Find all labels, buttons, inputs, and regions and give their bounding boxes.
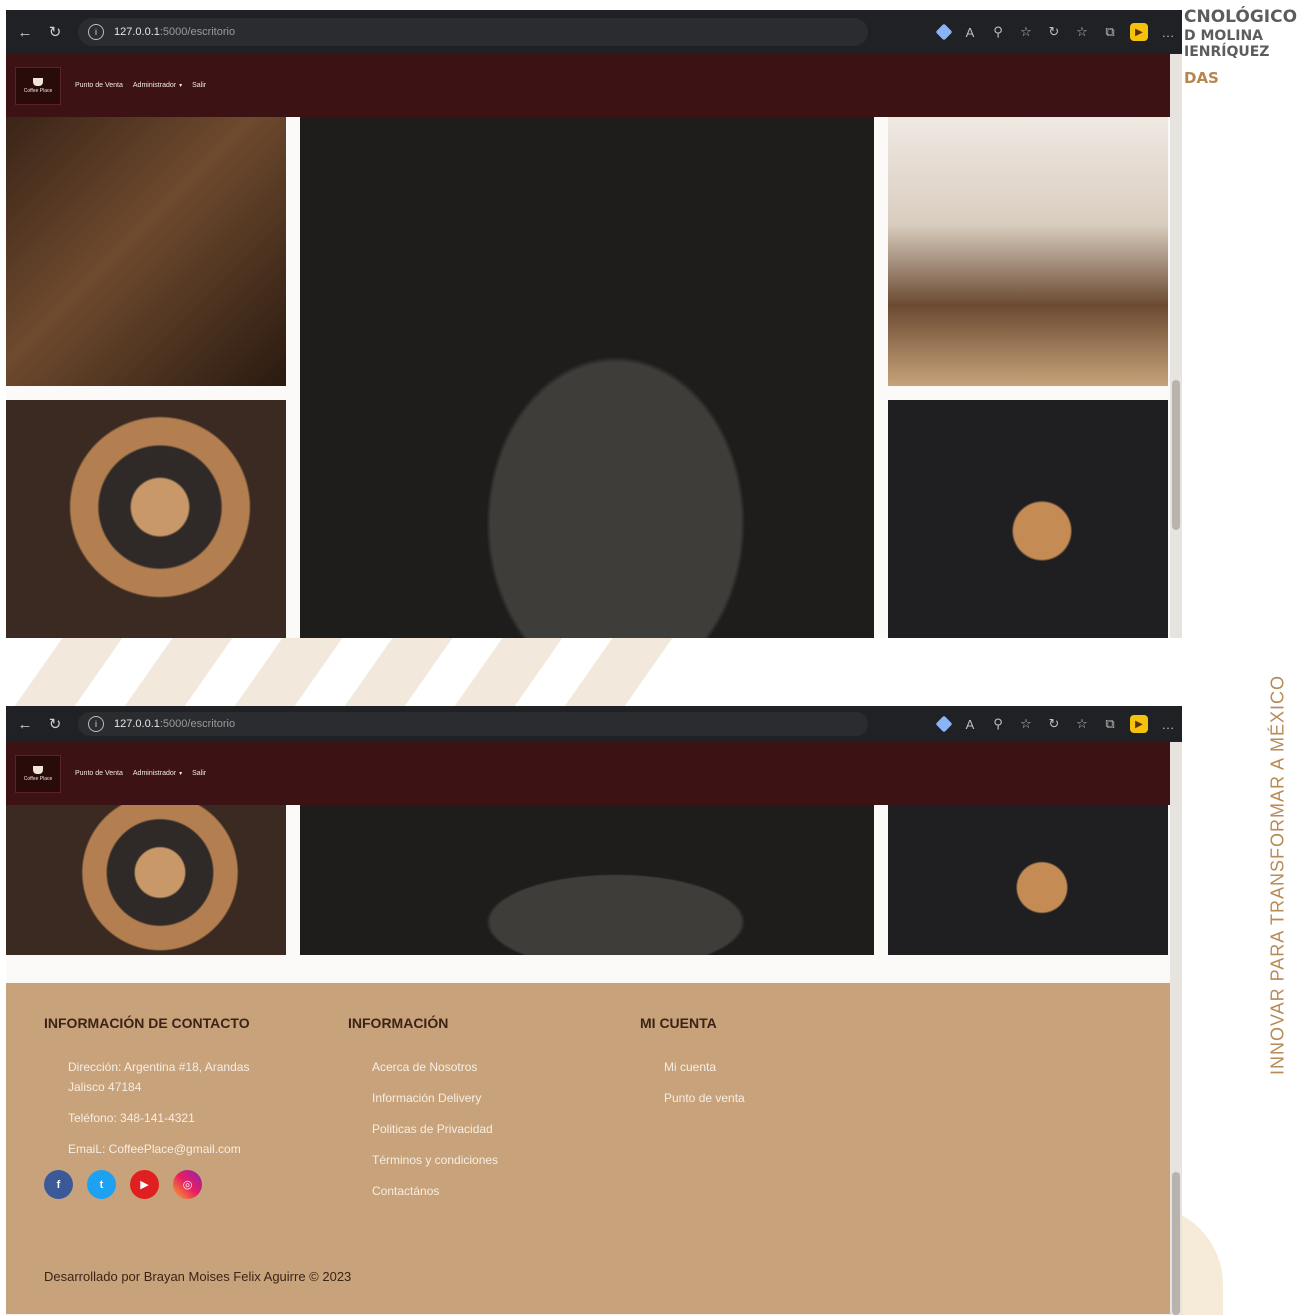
- read-aloud-icon[interactable]: A: [962, 716, 978, 732]
- refresh-sync-icon[interactable]: ↻: [1046, 24, 1062, 40]
- site-navbar: Coffee Place Punto de Venta Administrado…: [6, 742, 1182, 805]
- footer-address: Dirección: Argentina #18, Arandas Jalisc…: [68, 1060, 250, 1094]
- scrollbar-thumb[interactable]: [1172, 380, 1180, 530]
- browser-window-bottom: ← ↻ i 127.0.0.1 :5000/escritorio A ⚲ ☆ ↻…: [6, 706, 1182, 1315]
- coffee-gallery: [6, 117, 1182, 638]
- photo-latte-art: [888, 805, 1168, 955]
- browser-window-top: ← ↻ i 127.0.0.1 :5000/escritorio A ⚲ ☆ ↻…: [6, 10, 1182, 638]
- coffee-place-logo[interactable]: Coffee Place: [15, 754, 61, 793]
- zoom-icon[interactable]: ⚲: [990, 716, 1006, 732]
- more-menu-icon[interactable]: …: [1160, 716, 1176, 732]
- nav-link-salir[interactable]: Salir: [192, 770, 206, 777]
- nav-link-punto-de-venta[interactable]: Punto de Venta: [75, 770, 123, 777]
- vertical-slogan: INNOVAR PARA TRANSFORMAR A MÉXICO: [1267, 674, 1288, 1076]
- collections-icon[interactable]: ⧉: [1102, 24, 1118, 40]
- photo-latte-art: [888, 400, 1168, 638]
- footer-link-about[interactable]: Acerca de Nosotros: [372, 1057, 608, 1077]
- favorites-list-icon[interactable]: ☆: [1074, 716, 1090, 732]
- nav-dropdown-administrador[interactable]: Administrador ▾: [133, 82, 182, 89]
- twitter-icon[interactable]: t: [87, 1170, 116, 1199]
- url-host: 127.0.0.1: [114, 26, 160, 38]
- social-links: f t ▶ ◎: [44, 1170, 314, 1199]
- footer-link-contact[interactable]: Contactános: [372, 1181, 608, 1201]
- scrollbar[interactable]: [1170, 54, 1182, 638]
- caret-down-icon: ▾: [179, 771, 183, 777]
- site-navbar: Coffee Place Punto de Venta Administrado…: [6, 54, 1182, 117]
- refresh-sync-icon[interactable]: ↻: [1046, 716, 1062, 732]
- youtube-icon[interactable]: ▶: [130, 1170, 159, 1199]
- footer-copyright: Desarrollado por Brayan Moises Felix Agu…: [44, 1269, 352, 1284]
- browser-toolbar: ← ↻ i 127.0.0.1 :5000/escritorio A ⚲ ☆ ↻…: [6, 10, 1182, 54]
- footer-link-terms[interactable]: Términos y condiciones: [372, 1150, 608, 1170]
- more-menu-icon[interactable]: …: [1160, 24, 1176, 40]
- footer-contact-title: INFORMACIÓN DE CONTACTO: [44, 1015, 250, 1031]
- collections-icon[interactable]: ⧉: [1102, 716, 1118, 732]
- footer-link-delivery[interactable]: Información Delivery: [372, 1088, 608, 1108]
- footer-contact-column: INFORMACIÓN DE CONTACTO Dirección: Argen…: [44, 1015, 314, 1199]
- url-path: :5000/escritorio: [159, 718, 236, 730]
- footer-account-column: MI CUENTA Mi cuenta Punto de venta: [640, 1015, 880, 1119]
- favorite-star-icon[interactable]: ☆: [1018, 24, 1034, 40]
- instagram-icon[interactable]: ◎: [173, 1170, 202, 1199]
- address-bar[interactable]: i 127.0.0.1 :5000/escritorio: [78, 18, 868, 46]
- footer-email: EmaiL: CoffeePlace@gmail.com: [68, 1142, 241, 1156]
- cup-icon: [33, 765, 43, 774]
- info-icon[interactable]: i: [88, 716, 104, 732]
- footer-info-column: INFORMACIÓN Acerca de Nosotros Informaci…: [348, 1015, 608, 1212]
- facebook-icon[interactable]: f: [44, 1170, 73, 1199]
- url-host: 127.0.0.1: [114, 718, 160, 730]
- cup-icon: [33, 77, 43, 86]
- extension-icon[interactable]: ▶: [1130, 715, 1148, 733]
- reload-icon[interactable]: ↻: [44, 713, 66, 735]
- footer-account-title: MI CUENTA: [640, 1015, 717, 1031]
- browser-toolbar: ← ↻ i 127.0.0.1 :5000/escritorio A ⚲ ☆ ↻…: [6, 706, 1182, 742]
- tag-icon[interactable]: [935, 715, 953, 733]
- nav-link-punto-de-venta[interactable]: Punto de Venta: [75, 82, 123, 89]
- favorite-star-icon[interactable]: ☆: [1018, 716, 1034, 732]
- footer-link-pos[interactable]: Punto de venta: [664, 1088, 880, 1108]
- back-icon[interactable]: ←: [14, 713, 36, 735]
- photo-coffee-tools: [6, 117, 286, 386]
- institution-logo-text: CNOLÓGICO D MOLINA IENRÍQUEZ DAS: [1184, 7, 1298, 87]
- footer-phone: Teléfono: 348-141-4321: [68, 1111, 195, 1125]
- back-icon[interactable]: ←: [14, 21, 36, 43]
- info-icon[interactable]: i: [88, 24, 104, 40]
- zoom-icon[interactable]: ⚲: [990, 24, 1006, 40]
- coffee-place-logo[interactable]: Coffee Place: [15, 66, 61, 105]
- extension-icon[interactable]: ▶: [1130, 23, 1148, 41]
- photo-espresso-machine: [300, 805, 874, 955]
- nav-dropdown-administrador[interactable]: Administrador ▾: [133, 770, 182, 777]
- address-bar[interactable]: i 127.0.0.1 :5000/escritorio: [78, 712, 868, 736]
- nav-link-salir[interactable]: Salir: [192, 82, 206, 89]
- reload-icon[interactable]: ↻: [44, 21, 66, 43]
- coffee-gallery: [6, 805, 1182, 983]
- site-footer: INFORMACIÓN DE CONTACTO Dirección: Argen…: [6, 983, 1182, 1314]
- photo-coffee-beans: [888, 117, 1168, 386]
- scrollbar[interactable]: [1170, 742, 1182, 1315]
- scrollbar-thumb[interactable]: [1172, 1172, 1180, 1315]
- caret-down-icon: ▾: [179, 83, 183, 89]
- read-aloud-icon[interactable]: A: [962, 24, 978, 40]
- footer-link-privacy[interactable]: Politicas de Privacidad: [372, 1119, 608, 1139]
- photo-coffee-hands: [6, 805, 286, 955]
- photo-coffee-hands: [6, 400, 286, 638]
- footer-link-my-account[interactable]: Mi cuenta: [664, 1057, 880, 1077]
- favorites-list-icon[interactable]: ☆: [1074, 24, 1090, 40]
- url-path: :5000/escritorio: [159, 26, 236, 38]
- tag-icon[interactable]: [935, 23, 953, 41]
- footer-info-title: INFORMACIÓN: [348, 1015, 449, 1031]
- photo-espresso-machine: [300, 117, 874, 638]
